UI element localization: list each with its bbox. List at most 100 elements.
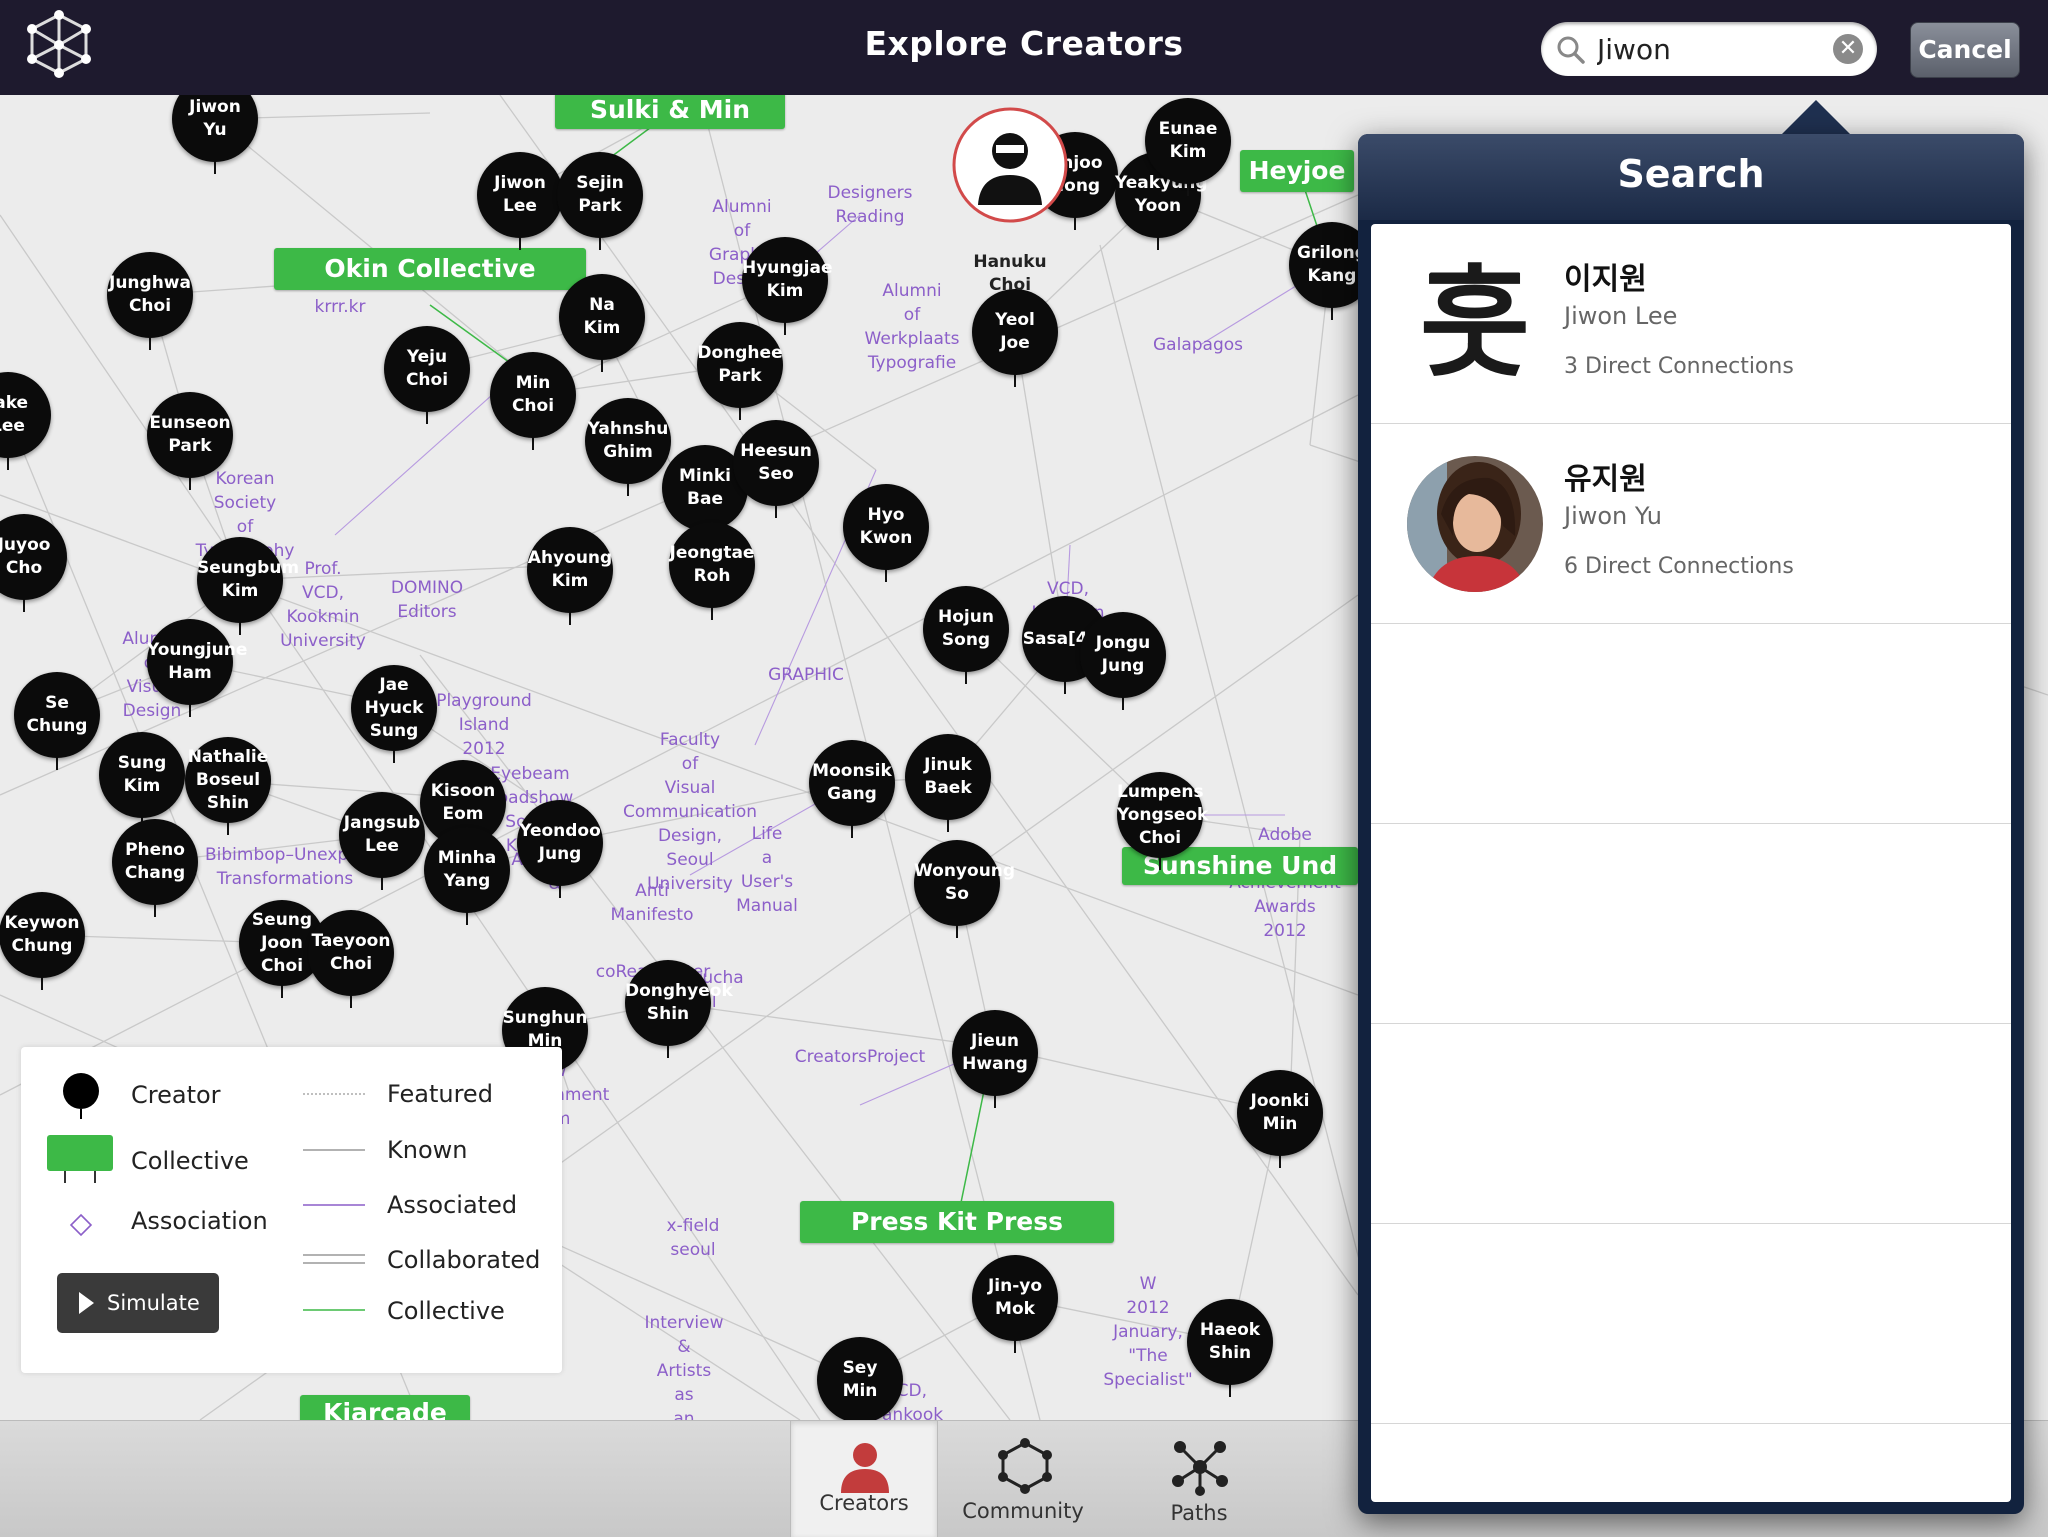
creator-node[interactable]: Youngjune Ham bbox=[147, 619, 247, 705]
legend-featured-label: Featured bbox=[387, 1080, 493, 1108]
creator-node[interactable]: Haeok Shin bbox=[1187, 1299, 1273, 1385]
creator-node[interactable]: Keywon Chung bbox=[0, 892, 85, 978]
creator-node[interactable]: Sejin Park bbox=[557, 152, 643, 238]
search-result-row[interactable]: 훗 이지원 Jiwon Lee 3 Direct Connections bbox=[1371, 224, 2011, 424]
simulate-button[interactable]: Simulate bbox=[57, 1273, 219, 1333]
association-label[interactable]: DOMINO Editors bbox=[347, 576, 507, 624]
creator-node[interactable]: Jiwon Lee bbox=[477, 152, 563, 238]
creator-node[interactable]: Taeyoon Choi bbox=[308, 910, 394, 996]
creator-node[interactable]: Junghwa Choi bbox=[107, 252, 193, 338]
association-label[interactable]: CreatorsProject bbox=[780, 1045, 940, 1069]
collective-node[interactable]: Press Kit Press bbox=[800, 1201, 1114, 1243]
creator-node-pin bbox=[601, 358, 603, 372]
creator-node[interactable]: Na Kim bbox=[559, 274, 645, 360]
creator-node[interactable]: Jangsub Lee bbox=[339, 792, 425, 878]
legend-creator-label: Creator bbox=[131, 1081, 221, 1109]
creator-node-pin bbox=[1074, 216, 1076, 230]
silhouette-icon bbox=[952, 107, 1068, 223]
collective-node[interactable]: Heyjoe bbox=[1240, 150, 1354, 192]
cancel-button[interactable]: Cancel bbox=[1910, 22, 2020, 78]
legend-collective-line-label: Collective bbox=[387, 1297, 505, 1325]
creator-node[interactable]: Yeondoo Jung bbox=[517, 800, 603, 886]
creator-node-pin bbox=[1014, 1339, 1016, 1353]
creator-node-pin bbox=[239, 621, 241, 635]
tab-community-label: Community bbox=[962, 1499, 1084, 1523]
association-label[interactable]: GRAPHIC bbox=[726, 663, 886, 687]
creator-node[interactable]: Jinuk Baek bbox=[905, 734, 991, 820]
featured-creator-node[interactable]: Hanuku Choi bbox=[950, 105, 1070, 305]
creator-node[interactable]: Pheno Chang bbox=[112, 819, 198, 905]
creator-node[interactable]: Donghyeok Shin bbox=[625, 960, 733, 1046]
creator-node[interactable]: Joonki Min bbox=[1237, 1070, 1323, 1156]
collective-node[interactable]: Kiarcade bbox=[300, 1395, 470, 1420]
creator-node[interactable]: Hojun Song bbox=[923, 586, 1009, 672]
creator-node-pin bbox=[154, 903, 156, 917]
creator-node-pin bbox=[189, 703, 191, 717]
creator-node[interactable]: Donghee Park bbox=[697, 322, 783, 408]
creator-node[interactable]: Hyungjae Kim bbox=[742, 237, 833, 323]
creator-node[interactable]: Jeongtae Roh bbox=[669, 522, 755, 608]
search-input[interactable] bbox=[1597, 30, 1817, 68]
creator-node[interactable]: Sung Kim bbox=[99, 732, 185, 818]
clear-search-icon[interactable]: ✕ bbox=[1833, 34, 1863, 64]
legend-collective-label: Collective bbox=[131, 1147, 249, 1175]
creator-node[interactable]: Sey Min bbox=[817, 1337, 903, 1420]
creator-node-pin bbox=[569, 611, 571, 625]
creator-node-pin bbox=[426, 410, 428, 424]
creator-legend-icon bbox=[63, 1073, 99, 1119]
association-label[interactable]: Galapagos bbox=[1118, 333, 1278, 357]
edge-legend-icons bbox=[303, 1093, 365, 1311]
creator-node[interactable]: Jin-yo Mok bbox=[972, 1255, 1058, 1341]
creator-node-pin bbox=[559, 884, 561, 898]
creator-node[interactable]: Jongu Jung bbox=[1080, 612, 1166, 698]
tab-creators-label: Creators bbox=[819, 1491, 909, 1515]
creator-node[interactable]: Yeju Choi bbox=[384, 326, 470, 412]
tab-paths-label: Paths bbox=[1170, 1501, 1228, 1525]
creator-node-pin bbox=[519, 236, 521, 250]
creator-node[interactable]: Hyo Kwon bbox=[843, 484, 929, 570]
creator-node-pin bbox=[7, 456, 9, 470]
avatar bbox=[1407, 456, 1543, 592]
creator-node[interactable]: Ahyoung Kim bbox=[527, 527, 613, 613]
creator-node[interactable]: Moonsik Gang bbox=[809, 740, 895, 826]
creator-node[interactable]: Jieun Hwang bbox=[952, 1010, 1038, 1096]
search-field[interactable]: ✕ bbox=[1541, 22, 1877, 76]
creator-node[interactable]: Eunseon Park bbox=[147, 392, 233, 478]
creator-node-pin bbox=[885, 568, 887, 582]
legend-collaborated-label: Collaborated bbox=[387, 1246, 541, 1274]
creator-node-pin bbox=[956, 924, 958, 938]
creator-node[interactable]: Lumpens Yongseok Choi bbox=[1117, 772, 1208, 858]
creator-node-pin bbox=[350, 994, 352, 1008]
creator-node[interactable]: Minha Yang bbox=[424, 827, 510, 913]
result-name-english: Jiwon Lee bbox=[1564, 302, 1678, 330]
creator-node-pin bbox=[1229, 1383, 1231, 1397]
legend-association-label: Association bbox=[131, 1207, 268, 1235]
association-legend-icon bbox=[69, 1213, 93, 1237]
creator-node-pin bbox=[281, 984, 283, 998]
creator-node[interactable]: Min Choi bbox=[490, 352, 576, 438]
graph-legend: Creator Collective Association Featured … bbox=[21, 1047, 562, 1373]
play-icon bbox=[79, 1292, 94, 1314]
creator-node-pin bbox=[965, 670, 967, 684]
tab-paths[interactable]: Paths bbox=[1126, 1421, 1272, 1537]
creator-node[interactable]: Se Chung bbox=[14, 672, 100, 758]
collective-node[interactable]: Okin Collective bbox=[274, 248, 586, 290]
creator-node[interactable]: Jae Hyuck Sung bbox=[351, 665, 437, 751]
tab-creators[interactable]: Creators bbox=[790, 1421, 938, 1537]
creator-node[interactable]: Seungbum Kim bbox=[197, 537, 299, 623]
featured-creator-label: Hanuku Choi bbox=[973, 252, 1047, 295]
creator-node-pin bbox=[189, 476, 191, 490]
tab-community[interactable]: Community bbox=[950, 1421, 1096, 1537]
creator-node[interactable]: Heesun Seo bbox=[733, 420, 819, 506]
creator-node[interactable]: Nathalie Boseul Shin bbox=[185, 737, 271, 823]
creator-node[interactable]: Wonyoung So bbox=[914, 840, 1015, 926]
association-label[interactable]: Interview&ArtistsasanInterview bbox=[604, 1311, 764, 1420]
creator-node[interactable]: Eunae Kim bbox=[1145, 98, 1231, 184]
creator-node-pin bbox=[994, 1094, 996, 1108]
collective-node[interactable]: Sulki & Min bbox=[555, 95, 785, 129]
association-label[interactable]: x-field seoul bbox=[613, 1214, 773, 1262]
association-label[interactable]: krrr.kr bbox=[260, 295, 420, 319]
search-results-list: 훗 이지원 Jiwon Lee 3 Direct Connections 유지원… bbox=[1371, 224, 2011, 1502]
creator-node[interactable]: Yahnshu Ghim bbox=[585, 398, 671, 484]
search-result-row[interactable]: 유지원 Jiwon Yu 6 Direct Connections bbox=[1371, 424, 2011, 624]
